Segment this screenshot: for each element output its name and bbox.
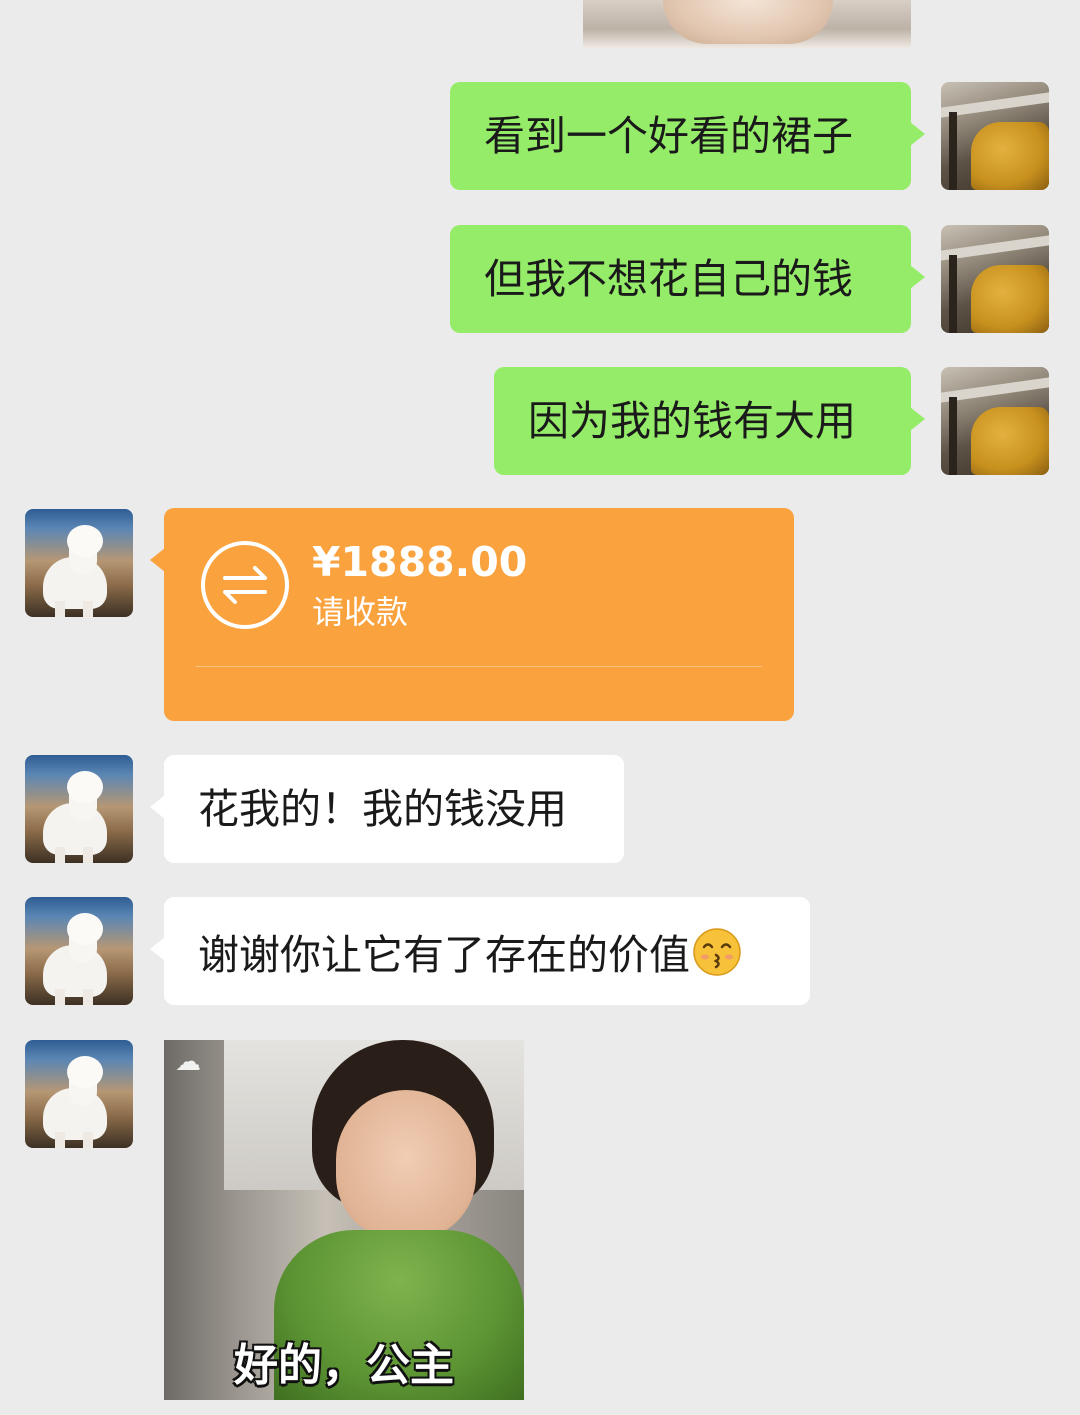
my-avatar[interactable] [941, 82, 1049, 190]
message-text: 但我不想花自己的钱 [484, 255, 853, 303]
avatar-detail [55, 989, 65, 1005]
contact-avatar[interactable] [25, 509, 133, 617]
my-avatar[interactable] [941, 225, 1049, 333]
contact-avatar[interactable] [25, 897, 133, 1005]
avatar-detail [55, 847, 65, 863]
sticker-message[interactable]: ☁ 好的，公主 [164, 1040, 524, 1400]
sticker-figure [336, 1090, 476, 1240]
avatar-detail [941, 92, 1049, 118]
avatar-detail [67, 913, 103, 945]
transfer-arrows-icon [201, 541, 289, 629]
avatar-detail [83, 601, 93, 617]
transfer-card[interactable]: ¥1888.00 请收款 [150, 508, 794, 721]
transfer-status: 请收款 [312, 593, 409, 631]
avatar-detail [83, 1132, 93, 1148]
avatar-detail [67, 771, 103, 803]
message-text: 看到一个好看的裙子 [484, 112, 853, 160]
avatar-detail [67, 1056, 103, 1088]
my-avatar[interactable] [941, 367, 1049, 475]
message-text: 谢谢你让它有了存在的价值 [198, 931, 690, 979]
sent-message-bubble[interactable]: 看到一个好看的裙子 [450, 82, 925, 190]
avatar-detail [55, 1132, 65, 1148]
avatar-detail [949, 397, 957, 475]
avatar-detail [55, 601, 65, 617]
avatar-detail [971, 265, 1049, 333]
image-content [663, 0, 833, 44]
sent-message-bubble[interactable]: 因为我的钱有大用 [494, 367, 925, 475]
message-text: 花我的！我的钱没用 [198, 785, 567, 833]
received-message-bubble[interactable]: 谢谢你让它有了存在的价值 [150, 897, 810, 1005]
avatar-detail [83, 989, 93, 1005]
chat-view: 看到一个好看的裙子 但我不想花自己的钱 因为我的钱有大用 ¥1888.00 请收… [0, 0, 1080, 1415]
avatar-detail [83, 847, 93, 863]
avatar-detail [941, 377, 1049, 403]
previous-image-message[interactable] [583, 0, 911, 48]
avatar-detail [949, 112, 957, 190]
divider [196, 666, 762, 667]
avatar-detail [941, 235, 1049, 261]
avatar-detail [949, 255, 957, 333]
transfer-amount: ¥1888.00 [312, 538, 528, 586]
sent-message-bubble[interactable]: 但我不想花自己的钱 [450, 225, 925, 333]
message-text: 因为我的钱有大用 [528, 397, 856, 445]
sticker-caption: 好的，公主 [234, 1340, 454, 1391]
received-message-bubble[interactable]: 花我的！我的钱没用 [150, 755, 624, 863]
avatar-detail [67, 525, 103, 557]
contact-avatar[interactable] [25, 1040, 133, 1148]
contact-avatar[interactable] [25, 755, 133, 863]
watermark-icon: ☁ [175, 1047, 201, 1077]
avatar-detail [971, 407, 1049, 475]
avatar-detail [971, 122, 1049, 190]
kissing-face-icon [692, 927, 742, 977]
